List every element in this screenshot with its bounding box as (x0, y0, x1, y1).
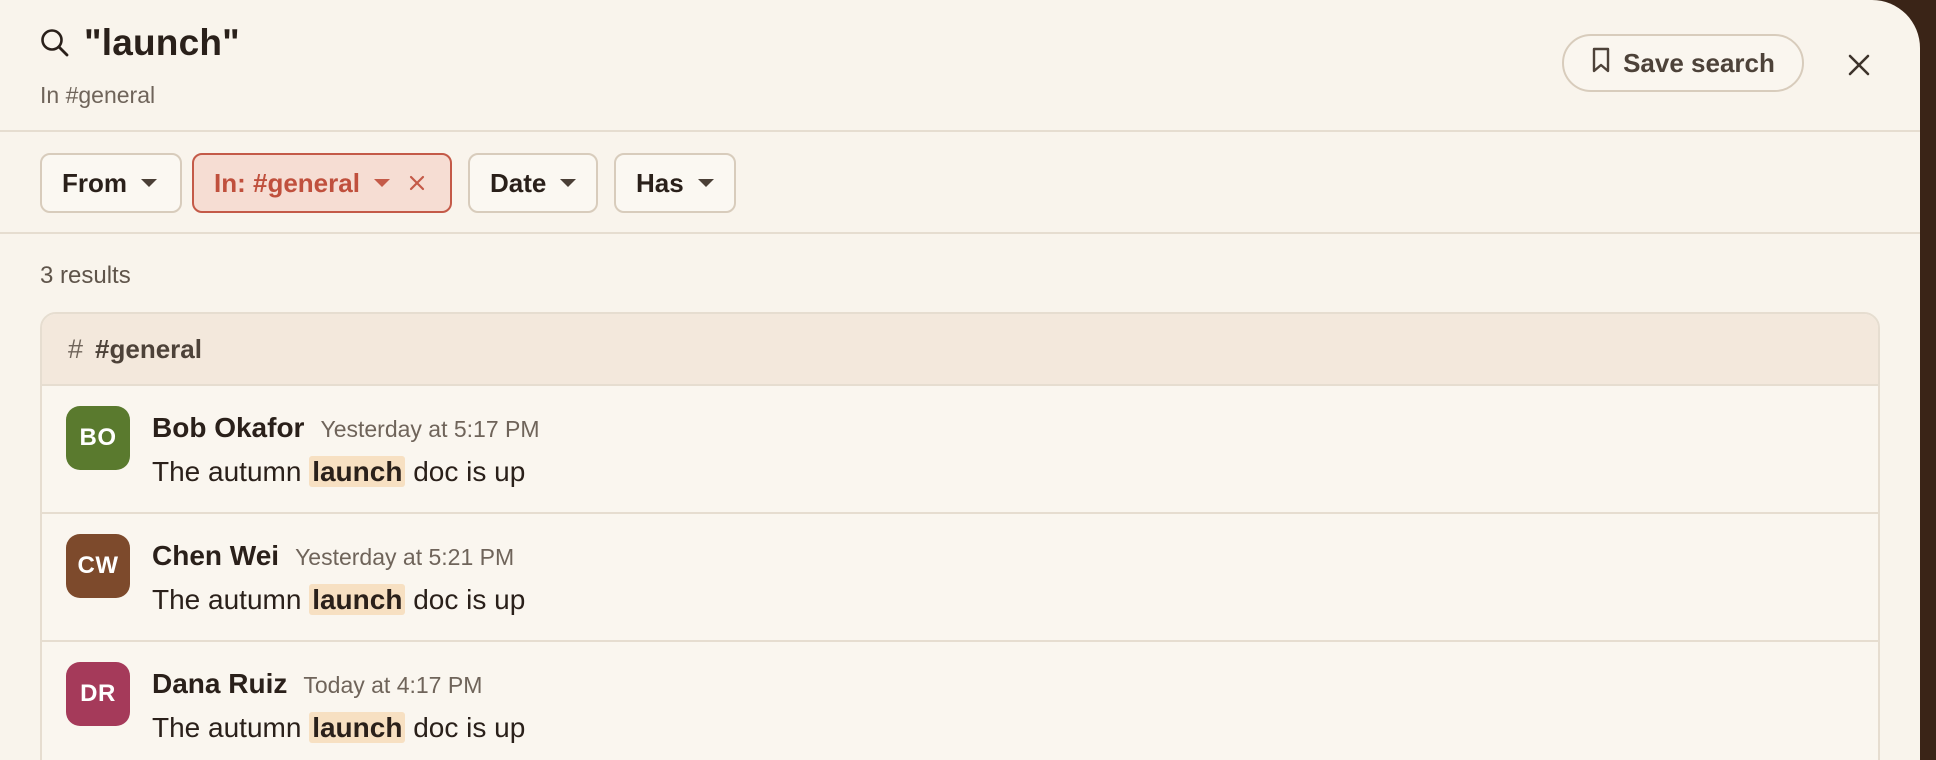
message-header: Dana Ruiz Today at 4:17 PM (152, 668, 482, 700)
message-header: Bob Okafor Yesterday at 5:17 PM (152, 412, 540, 444)
avatar[interactable]: CW (66, 534, 130, 598)
author-name[interactable]: Bob Okafor (152, 412, 304, 443)
save-search-button[interactable]: Save search (1562, 34, 1804, 92)
message-header: Chen Wei Yesterday at 5:21 PM (152, 540, 514, 572)
message-text-before: The autumn (152, 584, 310, 615)
message-result[interactable]: CW Chen Wei Yesterday at 5:21 PM The autu… (42, 514, 1878, 642)
search-scope: In #general (40, 82, 156, 108)
match-highlight: launch (309, 584, 406, 615)
search-results-panel: "launch" In #general Save search From In… (0, 0, 1920, 760)
filter-label: In: #general (214, 167, 360, 198)
match-highlight: launch (309, 456, 406, 487)
search-icon (40, 28, 70, 58)
match-highlight: launch (309, 712, 406, 743)
avatar[interactable]: BO (66, 406, 130, 470)
search-header: "launch" In #general Save search (0, 0, 1920, 132)
chevron-down-icon (373, 179, 390, 187)
message-text-after: doc is up (405, 584, 526, 615)
bookmark-icon (1591, 47, 1623, 80)
filter-label: From (62, 167, 127, 198)
filter-date[interactable]: Date (468, 153, 598, 213)
chevron-down-icon (141, 179, 157, 187)
message-timestamp[interactable]: Yesterday at 5:21 PM (295, 544, 514, 570)
chevron-down-icon (560, 179, 577, 187)
message-text: The autumn launch doc is up (152, 456, 525, 488)
channel-name: #general (95, 333, 202, 364)
message-text: The autumn launch doc is up (152, 584, 525, 616)
close-button[interactable] (1840, 46, 1878, 84)
message-timestamp[interactable]: Yesterday at 5:17 PM (320, 416, 539, 442)
message-text-after: doc is up (405, 456, 526, 487)
author-name[interactable]: Chen Wei (152, 540, 279, 571)
message-text: The autumn launch doc is up (152, 712, 525, 744)
filter-bar: From In: #general Date Has (0, 132, 1920, 234)
message-result[interactable]: DR Dana Ruiz Today at 4:17 PM The autumn … (42, 642, 1878, 760)
author-name[interactable]: Dana Ruiz (152, 668, 287, 699)
close-icon (1840, 54, 1878, 88)
message-text-after: doc is up (405, 712, 526, 743)
results-count: 3 results (40, 262, 131, 289)
filter-label: Date (490, 167, 547, 198)
message-timestamp[interactable]: Today at 4:17 PM (303, 672, 482, 698)
save-search-label: Save search (1623, 47, 1775, 78)
results-list: # #general BO Bob Okafor Yesterday at 5:1… (40, 312, 1880, 760)
chevron-down-icon (697, 179, 714, 187)
avatar[interactable]: DR (66, 662, 130, 726)
message-text-before: The autumn (152, 712, 310, 743)
filter-has[interactable]: Has (614, 153, 736, 213)
message-text-before: The autumn (152, 456, 310, 487)
filter-label: Has (636, 167, 684, 198)
search-query[interactable]: "launch" (84, 22, 240, 64)
search-query-row: "launch" (40, 22, 240, 64)
clear-filter-icon[interactable] (408, 174, 426, 192)
filter-from[interactable]: From (40, 153, 182, 213)
message-result[interactable]: BO Bob Okafor Yesterday at 5:17 PM The au… (42, 386, 1878, 514)
filter-in-channel[interactable]: In: #general (192, 153, 452, 213)
channel-group-header[interactable]: # #general (42, 314, 1878, 386)
hash-icon: # (68, 333, 84, 364)
